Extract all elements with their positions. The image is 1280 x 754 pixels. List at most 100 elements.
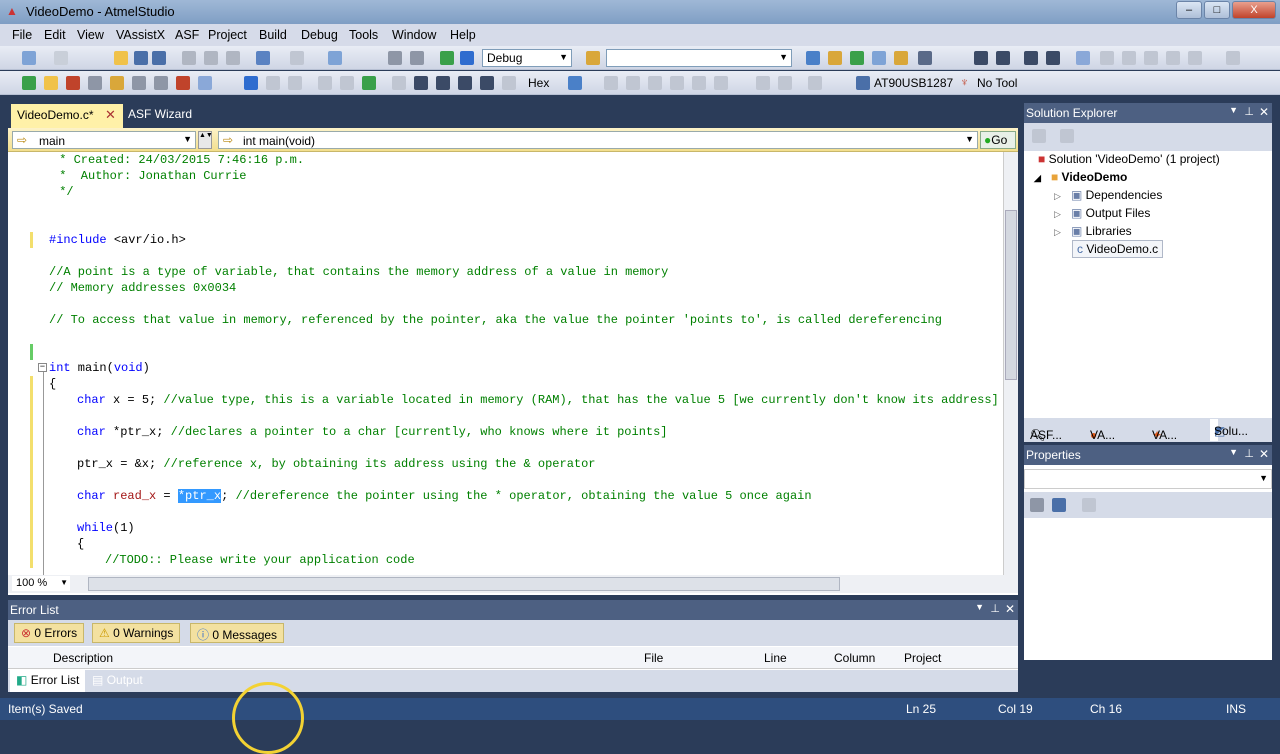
alphabetical-icon[interactable] bbox=[1052, 498, 1066, 512]
copy-icon[interactable] bbox=[204, 51, 218, 65]
toolbar2-icon-17[interactable] bbox=[458, 76, 472, 90]
minimize-button[interactable]: – bbox=[1176, 1, 1202, 19]
toolbar2-icon-27[interactable] bbox=[756, 76, 770, 90]
properties-icon[interactable] bbox=[1032, 129, 1046, 143]
dropdown-icon[interactable]: ▼ bbox=[975, 602, 984, 612]
code-editor[interactable]: * Created: 24/03/2015 7:46:16 p.m. * Aut… bbox=[8, 152, 1003, 575]
close-icon[interactable]: ✕ bbox=[1259, 105, 1269, 119]
start-debug-icon[interactable] bbox=[440, 51, 454, 65]
outdent-icon[interactable] bbox=[996, 51, 1010, 65]
toolbar2-icon-9[interactable] bbox=[198, 76, 212, 90]
toolbar2-icon-19[interactable] bbox=[502, 76, 516, 90]
pin-icon[interactable]: ⊥ bbox=[1244, 105, 1254, 118]
pin-icon[interactable]: ⊥ bbox=[1244, 447, 1254, 460]
toolbar2-icon-29[interactable] bbox=[808, 76, 822, 90]
object-select[interactable]: ▼ bbox=[1024, 469, 1272, 489]
dropdown-icon[interactable]: ▼ bbox=[1229, 447, 1238, 457]
toolbar-icon-8[interactable] bbox=[1100, 51, 1114, 65]
menu-edit[interactable]: Edit bbox=[44, 28, 66, 42]
maximize-button[interactable]: □ bbox=[1204, 1, 1230, 19]
toolbar2-icon-6[interactable] bbox=[132, 76, 146, 90]
categorized-icon[interactable] bbox=[1030, 498, 1044, 512]
menu-window[interactable]: Window bbox=[392, 28, 436, 42]
close-button[interactable]: X bbox=[1232, 1, 1276, 19]
menu-vassistx[interactable]: VAssistX bbox=[116, 28, 165, 42]
menu-tools[interactable]: Tools bbox=[349, 28, 378, 42]
tool-selector[interactable]: No Tool bbox=[977, 76, 1017, 90]
indent-icon[interactable] bbox=[974, 51, 988, 65]
toolbar2-icon-21[interactable] bbox=[604, 76, 618, 90]
comment-icon[interactable] bbox=[1024, 51, 1038, 65]
toolbar2-icon-7[interactable] bbox=[154, 76, 168, 90]
redo-icon[interactable] bbox=[290, 51, 304, 65]
toolbar2-icon-18[interactable] bbox=[480, 76, 494, 90]
toolbar-icon-1[interactable] bbox=[806, 51, 820, 65]
toolbar2-icon-4[interactable] bbox=[88, 76, 102, 90]
toolbar2-icon-28[interactable] bbox=[778, 76, 792, 90]
collapse-icon[interactable]: − bbox=[38, 363, 47, 372]
toolbar2-icon-25[interactable] bbox=[692, 76, 706, 90]
paste-icon[interactable] bbox=[226, 51, 240, 65]
toolbar2-icon-14[interactable] bbox=[392, 76, 406, 90]
vertical-scrollbar[interactable] bbox=[1003, 152, 1018, 575]
device-selector[interactable]: AT90USB1287 bbox=[874, 76, 953, 90]
warnings-filter-button[interactable]: ⚠ 0 Warnings bbox=[92, 623, 181, 643]
column-file[interactable]: File bbox=[644, 651, 663, 665]
tab-asf-wizard[interactable]: ASF Wizard bbox=[128, 107, 192, 121]
solution-config-select[interactable]: Debug ▼ bbox=[482, 49, 572, 67]
dropdown-icon[interactable]: ▼ bbox=[1229, 105, 1238, 115]
function-select[interactable]: ⇨ int main(void) ▼ bbox=[218, 131, 978, 149]
tree-output-files[interactable]: ▷ ▣ Output Files bbox=[1054, 206, 1150, 220]
save-icon[interactable] bbox=[134, 51, 148, 65]
hex-toggle[interactable]: Hex bbox=[528, 76, 549, 90]
column-project[interactable]: Project bbox=[904, 651, 941, 665]
toolbar2-icon-5[interactable] bbox=[110, 76, 124, 90]
messages-filter-button[interactable]: ⓘ 0 Messages bbox=[190, 623, 285, 643]
horizontal-scrollbar-thumb[interactable] bbox=[88, 577, 840, 591]
column-description[interactable]: Description bbox=[53, 651, 113, 665]
scrollbar-thumb[interactable] bbox=[1005, 210, 1017, 380]
toolbar-icon-12[interactable] bbox=[1188, 51, 1202, 65]
toolbar-icon-9[interactable] bbox=[1122, 51, 1136, 65]
build-icon[interactable] bbox=[388, 51, 402, 65]
toolbar2-icon-10[interactable] bbox=[244, 76, 258, 90]
close-icon[interactable]: ✕ bbox=[1259, 447, 1269, 461]
toolbar-icon-7[interactable] bbox=[1076, 51, 1090, 65]
uncomment-icon[interactable] bbox=[1046, 51, 1060, 65]
find-icon[interactable] bbox=[410, 51, 424, 65]
navigate-icon[interactable] bbox=[328, 51, 342, 65]
start-without-debug-icon[interactable] bbox=[460, 51, 474, 65]
undo-icon[interactable] bbox=[256, 51, 270, 65]
toolbar-icon-13[interactable] bbox=[1226, 51, 1240, 65]
tree-libraries[interactable]: ▷ ▣ Libraries bbox=[1054, 224, 1132, 238]
tab-solution-explorer[interactable]: ◩ Solu... bbox=[1210, 419, 1248, 441]
toolbar2-icon-20[interactable] bbox=[568, 76, 582, 90]
toolbar2-icon-24[interactable] bbox=[670, 76, 684, 90]
toolbar-icon-6[interactable] bbox=[918, 51, 932, 65]
toolbar2-icon-23[interactable] bbox=[648, 76, 662, 90]
toolbar-icon-4[interactable] bbox=[872, 51, 886, 65]
menu-file[interactable]: File bbox=[12, 28, 32, 42]
menu-asf[interactable]: ASF bbox=[175, 28, 199, 42]
toolbar-icon-5[interactable] bbox=[894, 51, 908, 65]
menu-project[interactable]: Project bbox=[208, 28, 247, 42]
menu-view[interactable]: View bbox=[77, 28, 104, 42]
tab-videodemo-c[interactable]: VideoDemo.c* ✕ bbox=[11, 104, 123, 128]
toolbar2-icon-22[interactable] bbox=[626, 76, 640, 90]
pause-icon[interactable] bbox=[340, 76, 354, 90]
pin-icon[interactable]: ⊥ bbox=[990, 602, 1000, 615]
toolbar2-icon-1[interactable] bbox=[22, 76, 36, 90]
close-tab-icon[interactable]: ✕ bbox=[105, 107, 116, 123]
close-icon[interactable]: ✕ bbox=[1005, 602, 1015, 616]
find-in-files-icon[interactable] bbox=[586, 51, 600, 65]
toolbar-icon-2[interactable] bbox=[828, 51, 842, 65]
show-all-files-icon[interactable] bbox=[1060, 129, 1074, 143]
open-icon[interactable] bbox=[114, 51, 128, 65]
go-button[interactable]: ●Go bbox=[980, 131, 1016, 149]
split-icon[interactable]: ▲▼ bbox=[198, 131, 213, 149]
toolbar2-icon-3[interactable] bbox=[66, 76, 80, 90]
toolbar2-icon-11[interactable] bbox=[266, 76, 280, 90]
property-pages-icon[interactable] bbox=[1082, 498, 1096, 512]
column-line[interactable]: Line bbox=[764, 651, 787, 665]
toolbar2-icon-2[interactable] bbox=[44, 76, 58, 90]
